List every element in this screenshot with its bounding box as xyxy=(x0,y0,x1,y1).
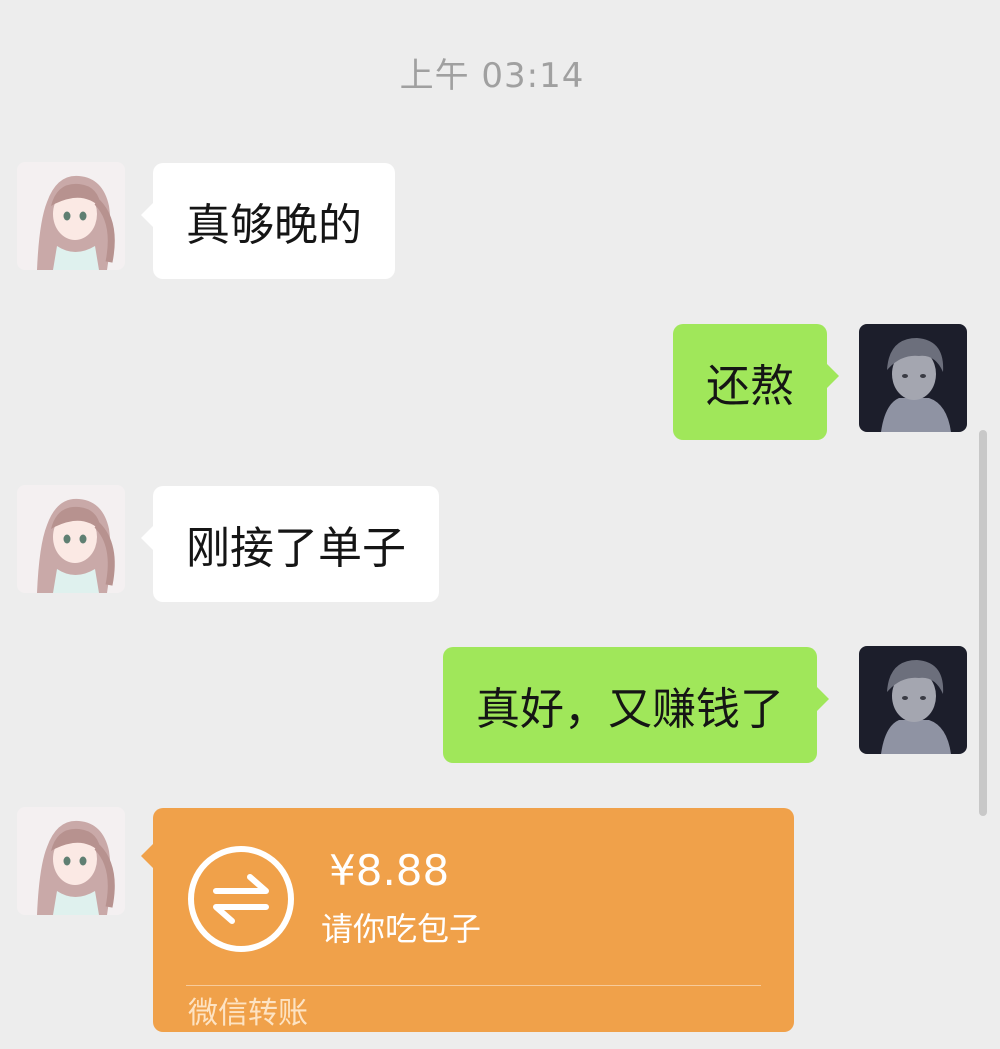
message-text: 刚接了单子 xyxy=(186,523,406,574)
contact-avatar[interactable] xyxy=(17,807,125,915)
anime-girl-avatar-icon xyxy=(17,485,125,593)
transfer-note: 请你吃包子 xyxy=(321,910,482,948)
message-text: 真够晚的 xyxy=(186,200,362,251)
my-avatar[interactable] xyxy=(859,646,967,754)
anime-girl-avatar-icon xyxy=(17,807,125,915)
my-avatar[interactable] xyxy=(859,324,967,432)
anime-girl-avatar-icon xyxy=(17,162,125,270)
message-bubble-incoming[interactable]: 刚接了单子 xyxy=(141,486,439,602)
message-bubble-outgoing[interactable]: 还熬 xyxy=(673,324,839,440)
anime-boy-avatar-icon xyxy=(859,646,967,754)
transfer-amount: ¥8.88 xyxy=(329,846,450,895)
contact-avatar[interactable] xyxy=(17,485,125,593)
contact-avatar[interactable] xyxy=(17,162,125,270)
divider xyxy=(186,985,761,986)
anime-boy-avatar-icon xyxy=(859,324,967,432)
message-text: 还熬 xyxy=(706,361,794,412)
message-timestamp: 上午 03:14 xyxy=(399,56,585,96)
message-bubble-incoming[interactable]: 真够晚的 xyxy=(141,163,395,279)
transfer-arrows-icon xyxy=(186,844,296,954)
transfer-card[interactable]: ¥8.88 请你吃包子 微信转账 xyxy=(141,808,794,1032)
message-bubble-outgoing[interactable]: 真好，又赚钱了 xyxy=(443,647,829,763)
scrollbar[interactable] xyxy=(979,430,987,816)
message-text: 真好，又赚钱了 xyxy=(476,684,784,735)
transfer-footer-label: 微信转账 xyxy=(188,996,308,1031)
